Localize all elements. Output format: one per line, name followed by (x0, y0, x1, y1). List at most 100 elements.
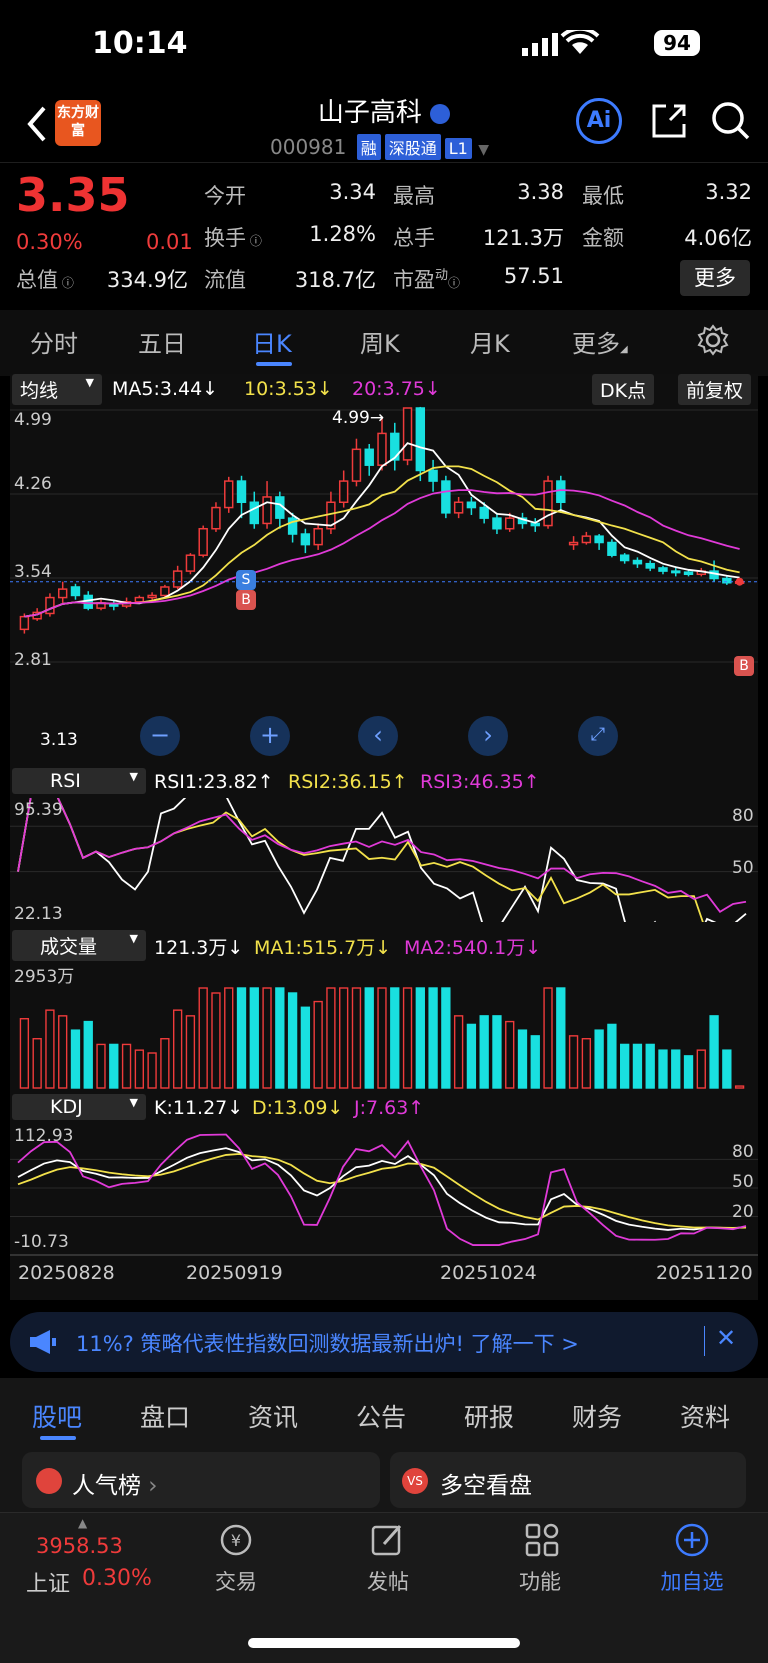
tab-intraday[interactable]: 分时 (30, 324, 78, 359)
volume-label: 总手 (393, 226, 435, 250)
amount-value: 4.06亿 (684, 226, 752, 250)
volume-bar (594, 1029, 604, 1089)
dropdown-icon[interactable]: ▼ (478, 142, 489, 158)
vs-icon: VS (402, 1468, 428, 1494)
date-label-3: 20251024 (440, 1262, 537, 1284)
index-pct[interactable]: 0.30% (82, 1566, 152, 1591)
svg-text:¥: ¥ (231, 1531, 241, 1550)
volume-bar (632, 1043, 643, 1089)
banner-close-icon[interactable]: ✕ (716, 1324, 736, 1352)
volume-bar (58, 1015, 68, 1089)
tab-more[interactable]: 更多◢ (572, 324, 628, 359)
vol-ma2-legend: MA2:540.1万↓ (404, 937, 542, 959)
banner-text: 11%? 策略代表性指数回测数据最新出炉! 了解一下 > (76, 1332, 579, 1356)
candle-body (632, 559, 643, 565)
tab-weekly-k[interactable]: 周K (360, 324, 400, 359)
stock-code: 000981 (270, 135, 347, 159)
candle-body (530, 522, 540, 527)
tab-profile[interactable]: 资料 (680, 1398, 730, 1434)
volume-value: 121.3万 (482, 226, 564, 250)
kdj-k-line (17, 1147, 747, 1231)
adjust-button[interactable]: 前复权 (678, 374, 752, 405)
candle-body (453, 501, 464, 514)
kline-chart[interactable] (10, 404, 758, 760)
volume-bar (351, 987, 362, 1089)
ytick-3: 3.54 (14, 562, 52, 582)
ytick-bottom: 2.81 (14, 650, 52, 670)
tab-active-indicator (256, 362, 292, 366)
index-value[interactable]: 3958.53 (36, 1534, 123, 1558)
share-icon[interactable] (650, 102, 688, 140)
volume-bar (441, 987, 451, 1089)
volume-bar (364, 987, 374, 1089)
chart-bar-icon (36, 1468, 62, 1494)
volume-bar (19, 1018, 30, 1089)
rsi-select[interactable]: RSI ▼ (12, 768, 146, 794)
ma-select[interactable]: 均线 ▼ (12, 374, 102, 405)
volume-bar (109, 1043, 119, 1089)
open-label: 今开 (204, 184, 246, 208)
date-axis (10, 1254, 758, 1256)
battery-icon: 94 (654, 30, 700, 56)
zoom-in-button[interactable]: + (250, 716, 290, 756)
tab-five-day[interactable]: 五日 (138, 324, 186, 359)
candle-body (224, 480, 234, 509)
volume-bar (645, 1043, 655, 1089)
rsi-bottom: 22.13 (14, 904, 63, 924)
candle-body (338, 480, 349, 504)
tab-monthly-k[interactable]: 月K (470, 324, 510, 359)
content-tab-indicator (40, 1436, 76, 1440)
volume-bar (121, 1043, 132, 1089)
candle-body (594, 535, 604, 544)
kdj-d-legend: D:13.09↓ (252, 1097, 344, 1119)
volume-bar (505, 1020, 515, 1089)
search-icon[interactable] (710, 100, 752, 142)
volume-legend: 121.3万↓ (154, 937, 244, 959)
tab-pankou[interactable]: 盘口 (140, 1398, 190, 1434)
tab-guba[interactable]: 股吧 (32, 1398, 82, 1434)
nav-functions[interactable]: 功能 (490, 1566, 590, 1596)
post-icon[interactable] (370, 1522, 406, 1558)
ma5-legend: MA5:3.44↓ (112, 378, 219, 400)
fullscreen-icon[interactable]: ⤢ (578, 716, 618, 756)
tab-finance[interactable]: 财务 (572, 1398, 622, 1434)
tab-news[interactable]: 资讯 (248, 1398, 298, 1434)
index-name[interactable]: 上证 (26, 1566, 70, 1598)
rsi-level-80: 80 (732, 806, 754, 826)
settings-gear-icon[interactable] (697, 324, 729, 356)
volume-bar (339, 987, 349, 1089)
rsi-chart (10, 798, 758, 922)
nav-trade[interactable]: 交易 (186, 1566, 286, 1596)
volume-bar (453, 1015, 464, 1089)
volume-select[interactable]: 成交量 ▼ (12, 930, 146, 961)
zoom-out-button[interactable]: − (140, 716, 180, 756)
ma10-legend: 10:3.53↓ (244, 378, 333, 400)
trade-icon[interactable]: ¥ (216, 1522, 256, 1558)
tab-daily-k[interactable]: 日K (252, 324, 292, 359)
more-button[interactable]: 更多 (680, 260, 750, 296)
scroll-right-button[interactable]: › (468, 716, 508, 756)
apps-grid-icon[interactable] (524, 1522, 560, 1558)
tab-announce[interactable]: 公告 (356, 1398, 406, 1434)
candle-body (556, 480, 566, 504)
volume-bar (83, 1020, 93, 1089)
add-watchlist-icon[interactable] (674, 1522, 710, 1558)
volume-bar (185, 1015, 196, 1089)
rsi3-line (17, 798, 747, 914)
candle-body (185, 554, 196, 572)
kdj-select[interactable]: KDJ ▼ (12, 1094, 146, 1120)
nav-add-watchlist[interactable]: 加自选 (642, 1566, 742, 1596)
ai-button[interactable]: Ai (576, 98, 622, 144)
stock-code-row: 000981 融深股通 L1 ▼ (270, 134, 489, 160)
candle-body (364, 448, 374, 466)
expand-icon[interactable]: ▲ (78, 1516, 87, 1530)
dk-point-button[interactable]: DK点 (592, 374, 655, 405)
candle-body (415, 407, 426, 472)
volume-bar (696, 1049, 706, 1089)
scroll-left-button[interactable]: ‹ (358, 716, 398, 756)
nav-post[interactable]: 发帖 (338, 1566, 438, 1596)
candle-body (160, 586, 170, 597)
buy-marker: B (236, 590, 256, 610)
tab-research[interactable]: 研报 (464, 1398, 514, 1434)
volume-bar (262, 987, 272, 1089)
